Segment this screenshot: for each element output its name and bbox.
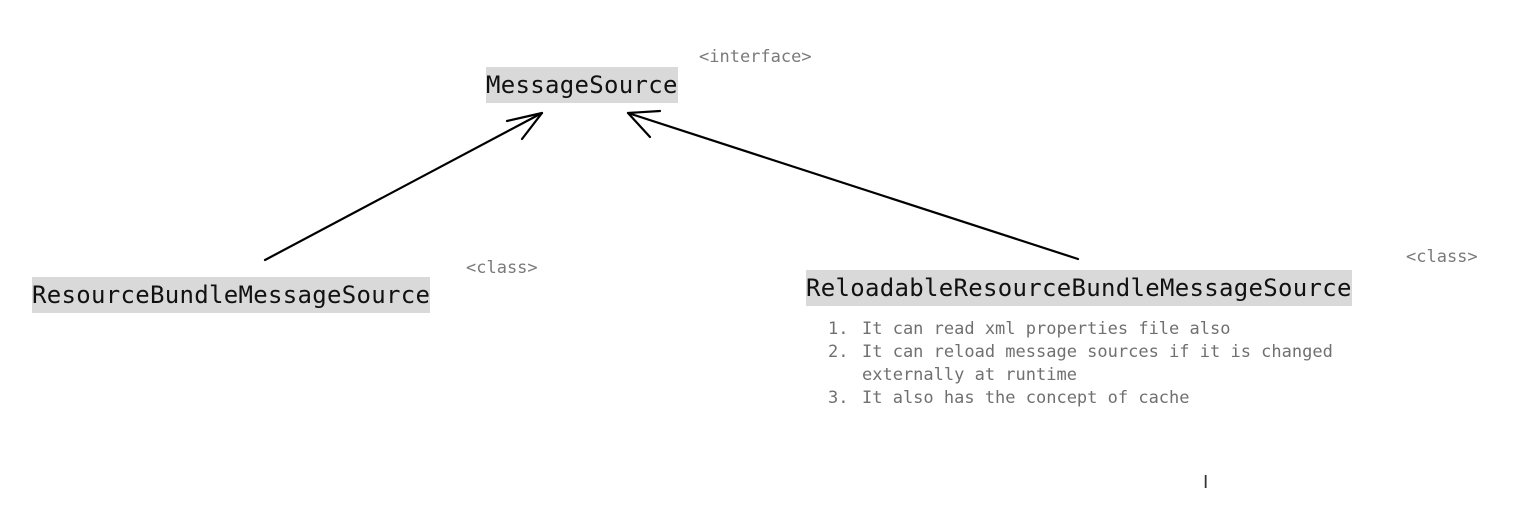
note-item: 1. It can read xml properties file also (828, 318, 1333, 341)
note-text: It can reload message sources if it is c… (862, 342, 1333, 385)
message-source-label: MessageSource (486, 67, 678, 103)
note-item: 2. It can reload message sources if it i… (828, 341, 1333, 387)
reloadable-notes-list: 1. It can read xml properties file also … (828, 318, 1333, 410)
reloadable-resource-bundle-message-source-label: ReloadableResourceBundleMessageSource (806, 270, 1352, 306)
resource-bundle-message-source-label: ResourceBundleMessageSource (32, 277, 431, 313)
note-text: It also has the concept of cache (862, 388, 1190, 408)
reloadable-class-stereotype: <class> (1406, 247, 1478, 267)
note-text: It can read xml properties file also (862, 319, 1231, 339)
text-cursor-icon: I (1203, 472, 1209, 493)
interface-stereotype: <interface> (699, 47, 812, 67)
resource-bundle-class-stereotype: <class> (466, 258, 538, 278)
arrow-resource-bundle-to-message-source (263, 111, 544, 262)
arrow-reloadable-to-message-source (626, 109, 1080, 261)
note-number: 2. (828, 342, 849, 362)
note-item: 3. It also has the concept of cache (828, 387, 1333, 410)
note-number: 3. (828, 388, 849, 408)
note-number: 1. (828, 319, 849, 339)
diagram-arrows (263, 109, 1080, 262)
